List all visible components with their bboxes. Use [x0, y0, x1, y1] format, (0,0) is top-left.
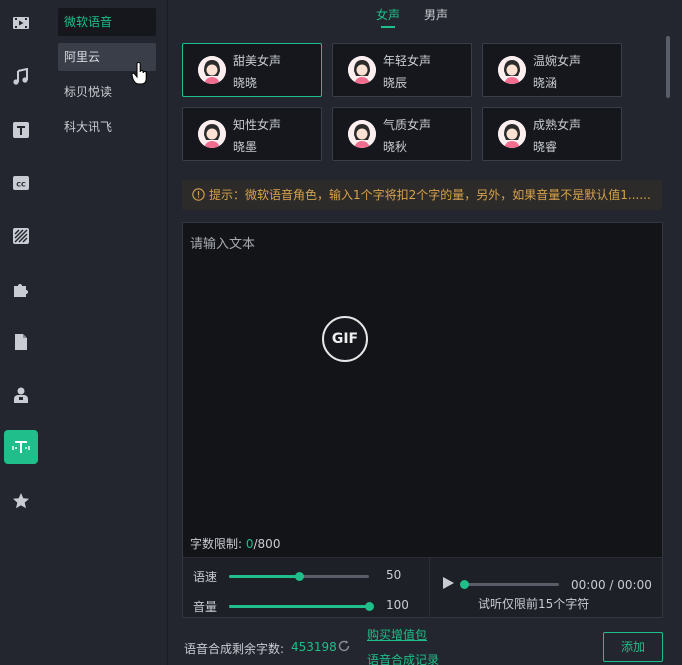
gender-tabs: 女声 男声 — [168, 6, 682, 30]
voice-card[interactable]: 气质女声 晓秋 — [332, 107, 472, 161]
char-count-current: 0 — [245, 537, 254, 551]
voice-name: 晓晓 — [233, 76, 258, 90]
speed-label: 语速 — [193, 570, 218, 584]
voice-type: 成熟女声 — [533, 118, 582, 132]
volume-value: 100 — [386, 598, 409, 612]
editor-placeholder: 请输入文本 — [190, 237, 256, 252]
sticker-icon[interactable] — [10, 225, 32, 247]
notice-bar: 提示：微软语音角色，输入1个字将扣2个字的量，另外，如果音量不是默认值1....… — [182, 180, 662, 210]
active-tab-indicator — [381, 26, 395, 28]
voice-type: 温婉女声 — [533, 54, 582, 68]
text-icon[interactable] — [10, 119, 32, 141]
preview-progress[interactable] — [460, 580, 559, 589]
music-icon[interactable] — [10, 66, 32, 88]
tab-female[interactable]: 女声 — [376, 6, 400, 23]
speed-slider-fill — [229, 575, 299, 578]
volume-slider-fill — [229, 605, 369, 608]
voice-name: 晓墨 — [233, 140, 258, 154]
add-button[interactable]: 添加 — [603, 632, 663, 662]
voice-card[interactable]: 甜美女声 晓晓 — [182, 43, 322, 97]
remaining-label: 语音合成剩余字数: — [184, 642, 285, 656]
voice-name: 晓涵 — [533, 76, 558, 90]
voice-type: 气质女声 — [383, 118, 432, 132]
voice-name: 晓辰 — [383, 76, 408, 90]
voice-card[interactable]: 温婉女声 晓涵 — [482, 43, 622, 97]
volume-slider-handle[interactable] — [365, 602, 374, 611]
person-icon[interactable] — [10, 384, 32, 406]
provider-microsoft[interactable]: 微软语音 — [58, 8, 156, 36]
char-count-label: 字数限制: — [190, 537, 246, 551]
star-icon[interactable] — [10, 490, 32, 512]
caption-icon[interactable]: CC — [10, 172, 32, 194]
speed-slider-handle[interactable] — [295, 572, 304, 581]
voice-type: 年轻女声 — [383, 54, 432, 68]
left-icon-rail: CC — [0, 0, 46, 665]
text-editor[interactable]: 请输入文本 GIF 字数限制: 0/800 语速 50 音量 100 00:00… — [182, 222, 663, 618]
preview-player: 00:00 / 00:00 试听仅限前15个字符 — [431, 558, 662, 618]
voice-type: 知性女声 — [233, 118, 282, 132]
remaining-value: 453198 — [291, 640, 337, 654]
speed-value: 50 — [386, 568, 402, 582]
slider-group: 语速 50 音量 100 — [183, 558, 430, 618]
provider-iflytek[interactable]: 科大讯飞 — [58, 113, 156, 141]
plugin-icon[interactable] — [10, 278, 32, 300]
char-count-max: /800 — [253, 537, 281, 551]
voice-name: 晓秋 — [383, 140, 408, 154]
play-icon[interactable] — [441, 576, 455, 590]
avatar — [198, 56, 226, 84]
speed-slider[interactable] — [229, 572, 369, 581]
tab-male[interactable]: 男声 — [424, 6, 448, 23]
speed-slider-row: 语速 50 — [193, 566, 423, 586]
avatar — [498, 120, 526, 148]
synthesis-history-link[interactable]: 语音合成记录 — [367, 651, 439, 665]
voice-list-scrollbar[interactable] — [666, 36, 670, 98]
hand-cursor-icon — [131, 62, 147, 85]
buy-package-link[interactable]: 购买增值包 — [367, 626, 427, 643]
svg-text:CC: CC — [16, 181, 26, 189]
info-icon — [192, 188, 205, 201]
provider-list: 微软语音 阿里云 标贝悦读 科大讯飞 — [46, 0, 168, 665]
volume-slider[interactable] — [229, 602, 374, 611]
refresh-icon[interactable] — [337, 639, 351, 653]
avatar — [348, 120, 376, 148]
preview-tip: 试听仅限前15个字符 — [478, 597, 590, 611]
avatar — [498, 56, 526, 84]
gif-badge: GIF — [322, 316, 368, 362]
avatar — [348, 56, 376, 84]
volume-slider-row: 音量 100 — [193, 596, 423, 616]
control-bar: 语速 50 音量 100 00:00 / 00:00 试听仅限前15个字符 — [183, 557, 662, 618]
volume-label: 音量 — [193, 600, 218, 614]
voice-card[interactable]: 知性女声 晓墨 — [182, 107, 322, 161]
folder-icon[interactable] — [10, 331, 32, 353]
voice-card[interactable]: 成熟女声 晓睿 — [482, 107, 622, 161]
preview-progress-handle[interactable] — [460, 580, 469, 589]
voice-type: 甜美女声 — [233, 54, 282, 68]
voice-name: 晓睿 — [533, 140, 558, 154]
video-icon[interactable] — [10, 12, 32, 34]
voice-card[interactable]: 年轻女声 晓辰 — [332, 43, 472, 97]
main-panel: 女声 男声 甜美女声 晓晓 年轻女声 晓辰 温婉女声 晓涵 知性女声 晓墨 气质… — [168, 0, 682, 665]
tts-icon[interactable] — [4, 430, 38, 464]
preview-time: 00:00 / 00:00 — [571, 578, 652, 592]
avatar — [198, 120, 226, 148]
char-count: 字数限制: 0/800 — [190, 535, 280, 552]
notice-text: 提示：微软语音角色，输入1个字将扣2个字的量，另外，如果音量不是默认值1....… — [209, 188, 651, 202]
